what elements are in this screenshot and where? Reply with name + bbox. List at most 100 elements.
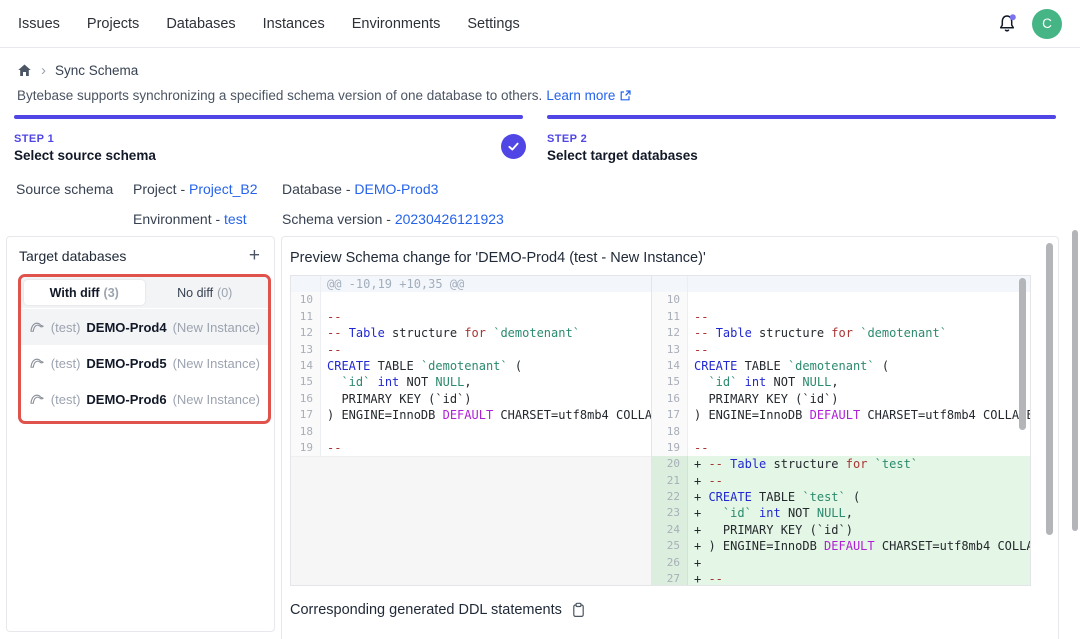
step-1-title: Select source schema bbox=[14, 148, 523, 163]
bell-icon bbox=[996, 13, 1018, 35]
diff-line-code: -- bbox=[688, 342, 1030, 358]
diff-right-pane[interactable]: 1011--12-- Table structure for `demotena… bbox=[652, 276, 1030, 585]
source-field-value[interactable]: Project_B2 bbox=[189, 181, 257, 197]
preview-panel-scrollbar[interactable] bbox=[1046, 243, 1053, 535]
diff-line: 18 bbox=[291, 424, 651, 440]
source-field-value[interactable]: test bbox=[224, 211, 247, 227]
target-database-list: (test) DEMO-Prod4 (New Instance)(test) D… bbox=[21, 308, 268, 417]
diff-line-number: 16 bbox=[652, 391, 688, 407]
nav-items: Issues Projects Databases Instances Environm… bbox=[18, 16, 520, 32]
diff-line-number: 11 bbox=[291, 309, 321, 325]
diff-empty-filler bbox=[291, 456, 651, 585]
database-environment: (test) bbox=[51, 356, 81, 371]
diff-line-code bbox=[688, 424, 1030, 440]
diff-line: 14CREATE TABLE `demotenant` ( bbox=[291, 358, 651, 374]
diff-line: 16 PRIMARY KEY (`id`) bbox=[291, 391, 651, 407]
diff-line-code: + ) ENGINE=InnoDB DEFAULT CHARSET=utf8mb… bbox=[688, 538, 1030, 554]
mysql-icon bbox=[29, 355, 45, 371]
diff-line-number: 19 bbox=[291, 440, 321, 456]
diff-line-code: ) ENGINE=InnoDB DEFAULT CHARSET=utf8mb4 … bbox=[321, 407, 651, 423]
nav-item-databases[interactable]: Databases bbox=[166, 16, 235, 32]
database-item[interactable]: (test) DEMO-Prod5 (New Instance) bbox=[21, 345, 268, 381]
diff-line: 14CREATE TABLE `demotenant` ( bbox=[652, 358, 1030, 374]
notifications-button[interactable] bbox=[996, 13, 1018, 35]
diff-line-code: -- bbox=[321, 309, 651, 325]
mysql-icon bbox=[29, 319, 45, 335]
learn-more-link[interactable]: Learn more bbox=[546, 88, 615, 103]
tab-no-diff[interactable]: No diff(0) bbox=[145, 280, 266, 305]
check-icon bbox=[506, 139, 521, 154]
notification-dot-icon bbox=[1010, 14, 1016, 20]
diff-line-number: 15 bbox=[291, 374, 321, 390]
diff-line: 10 bbox=[291, 292, 651, 308]
diff-line: 27+ -- bbox=[652, 571, 1030, 585]
diff-line: 19-- bbox=[652, 440, 1030, 456]
avatar[interactable]: C bbox=[1032, 9, 1062, 39]
step-2-title: Select target databases bbox=[547, 148, 1056, 163]
tab-with-diff[interactable]: With diff(3) bbox=[24, 280, 145, 305]
diff-line-number: 24 bbox=[652, 522, 688, 538]
intro-text: Bytebase supports synchronizing a specif… bbox=[17, 88, 632, 103]
diff-line: 25+ ) ENGINE=InnoDB DEFAULT CHARSET=utf8… bbox=[652, 538, 1030, 554]
diff-pane-scrollbar[interactable] bbox=[1019, 278, 1026, 430]
database-item[interactable]: (test) DEMO-Prod4 (New Instance) bbox=[21, 309, 268, 345]
database-suffix: (New Instance) bbox=[173, 392, 260, 407]
diff-line-number: 14 bbox=[652, 358, 688, 374]
database-environment: (test) bbox=[51, 392, 81, 407]
diff-line: 11-- bbox=[652, 309, 1030, 325]
nav-item-environments[interactable]: Environments bbox=[352, 16, 441, 32]
nav-item-instances[interactable]: Instances bbox=[263, 16, 325, 32]
chevron-right-icon: › bbox=[41, 63, 46, 78]
diff-line-number: 17 bbox=[291, 407, 321, 423]
diff-line-number: 21 bbox=[652, 473, 688, 489]
source-fields-col-1: Project - Project_B2 Environment - test bbox=[133, 179, 282, 239]
diff-line-code: + -- Table structure for `test` bbox=[688, 456, 1030, 472]
diff-line: 21+ -- bbox=[652, 473, 1030, 489]
nav-item-settings[interactable]: Settings bbox=[467, 16, 519, 32]
database-item[interactable]: (test) DEMO-Prod6 (New Instance) bbox=[21, 381, 268, 417]
diff-line-code: PRIMARY KEY (`id`) bbox=[688, 391, 1030, 407]
tab-label: With diff bbox=[50, 286, 100, 300]
diff-line-code: ) ENGINE=InnoDB DEFAULT CHARSET=utf8mb4 … bbox=[688, 407, 1030, 423]
diff-line: 26+ bbox=[652, 555, 1030, 571]
steps: STEP 1 Select source schema STEP 2 Selec… bbox=[14, 115, 1056, 163]
source-field-database: Database - DEMO-Prod3 bbox=[282, 179, 504, 209]
diff-line-number: 12 bbox=[652, 325, 688, 341]
diff-line: 24+ PRIMARY KEY (`id`) bbox=[652, 522, 1030, 538]
database-suffix: (New Instance) bbox=[173, 356, 260, 371]
diff-line: 16 PRIMARY KEY (`id`) bbox=[652, 391, 1030, 407]
step-1-kicker: STEP 1 bbox=[14, 133, 523, 145]
copy-icon[interactable] bbox=[571, 602, 586, 618]
source-field-project: Project - Project_B2 bbox=[133, 179, 282, 209]
preview-title: Preview Schema change for 'DEMO-Prod4 (t… bbox=[282, 237, 1058, 275]
diff-line: 17) ENGINE=InnoDB DEFAULT CHARSET=utf8mb… bbox=[291, 407, 651, 423]
nav-item-issues[interactable]: Issues bbox=[18, 16, 60, 32]
diff-line-code: -- bbox=[688, 440, 1030, 456]
source-field-value[interactable]: 20230426121923 bbox=[395, 211, 504, 227]
step-1[interactable]: STEP 1 Select source schema bbox=[14, 115, 523, 163]
nav-item-projects[interactable]: Projects bbox=[87, 16, 139, 32]
diff-line: 23+ `id` int NOT NULL, bbox=[652, 505, 1030, 521]
diff-line: 19-- bbox=[291, 440, 651, 456]
diff-line-number: 26 bbox=[652, 555, 688, 571]
diff-line-number: 19 bbox=[652, 440, 688, 456]
diff-line: 11-- bbox=[291, 309, 651, 325]
source-field-value[interactable]: DEMO-Prod3 bbox=[354, 181, 438, 197]
page-scrollbar[interactable] bbox=[1072, 230, 1078, 531]
source-fields-col-2: Database - DEMO-Prod3Schema version - 20… bbox=[282, 179, 504, 239]
diff-left-pane[interactable]: @@ -10,19 +10,35 @@1011--12-- Table stru… bbox=[291, 276, 652, 585]
diff-line: 15 `id` int NOT NULL, bbox=[652, 374, 1030, 390]
home-icon[interactable] bbox=[17, 63, 32, 78]
step-2[interactable]: STEP 2 Select target databases bbox=[547, 115, 1056, 163]
add-target-database-button[interactable]: + bbox=[247, 246, 262, 265]
diff-line: 12-- Table structure for `demotenant` bbox=[291, 325, 651, 341]
source-field-label: Database - bbox=[282, 181, 354, 197]
diff-line: 13-- bbox=[652, 342, 1030, 358]
diff-line-number: 16 bbox=[291, 391, 321, 407]
diff-line-number: 20 bbox=[652, 456, 688, 472]
source-field-label: Environment - bbox=[133, 211, 224, 227]
external-link-icon[interactable] bbox=[619, 89, 632, 102]
tab-label: No diff bbox=[177, 286, 213, 300]
diff-line: 17) ENGINE=InnoDB DEFAULT CHARSET=utf8mb… bbox=[652, 407, 1030, 423]
diff-line: 20+ -- Table structure for `test` bbox=[652, 456, 1030, 472]
